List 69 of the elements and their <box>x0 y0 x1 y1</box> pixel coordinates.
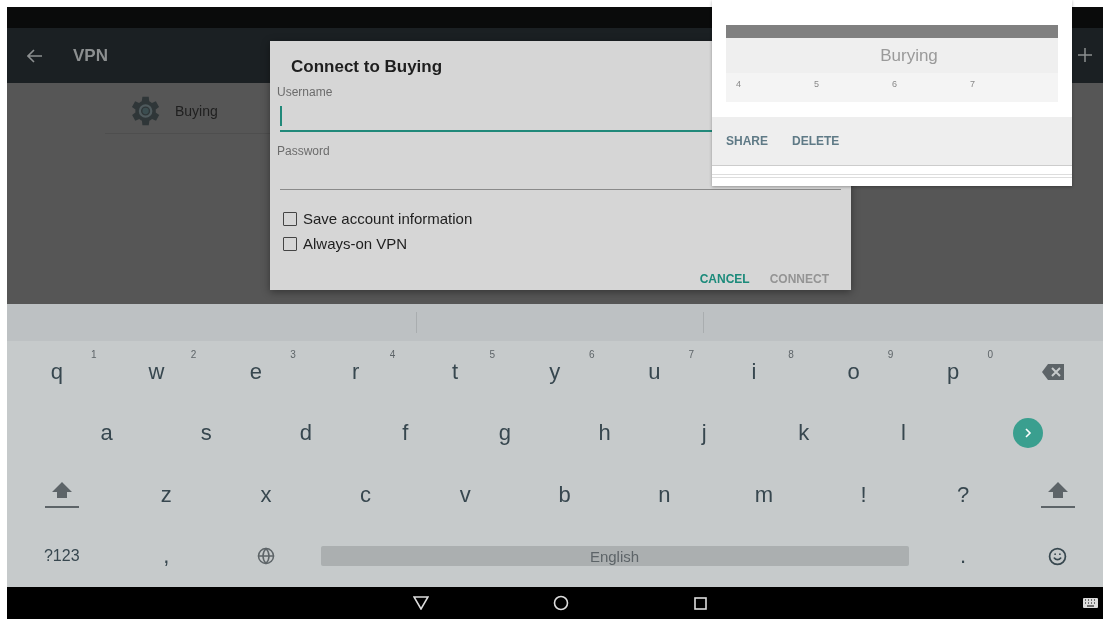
key[interactable]: n <box>658 481 671 508</box>
key[interactable]: l <box>900 420 906 447</box>
backspace-icon[interactable] <box>1041 363 1064 380</box>
key[interactable]: o <box>847 358 860 385</box>
key[interactable]: e <box>249 358 263 385</box>
preview-key-hint: 5 <box>814 79 819 91</box>
key[interactable]: q <box>50 358 63 385</box>
field-label: Password <box>277 144 330 158</box>
home-button[interactable] <box>553 595 569 611</box>
preview-suggestion: Burying <box>880 45 938 66</box>
keyboard-icon[interactable] <box>1083 598 1098 608</box>
key[interactable]: u <box>648 358 661 385</box>
emoji-icon[interactable] <box>1048 546 1068 566</box>
key[interactable]: x <box>260 481 272 508</box>
key-hint: 2 <box>190 349 197 360</box>
app-title: VPN <box>73 45 108 66</box>
key[interactable]: f <box>402 420 409 447</box>
chevron-icon <box>1023 428 1032 439</box>
key[interactable]: v <box>459 481 471 508</box>
key[interactable]: ? <box>956 481 970 508</box>
key-hint: 1 <box>91 349 97 360</box>
key[interactable]: , <box>163 543 170 570</box>
key[interactable]: h <box>598 420 611 447</box>
back-button[interactable] <box>413 596 429 610</box>
key[interactable]: a <box>100 420 113 447</box>
symbols-key[interactable]: ?123 <box>43 547 80 566</box>
key[interactable]: i <box>751 358 757 385</box>
key[interactable]: k <box>798 420 810 447</box>
key[interactable]: y <box>549 358 561 385</box>
key[interactable]: . <box>960 543 967 570</box>
key-hint: 0 <box>987 349 993 360</box>
key-hint: 3 <box>290 349 296 360</box>
key-hint: 9 <box>887 349 894 360</box>
key[interactable]: j <box>701 420 707 447</box>
back-arrow-icon[interactable] <box>27 48 43 63</box>
key-hint: 6 <box>589 349 595 360</box>
key-hint: 7 <box>688 349 695 360</box>
key[interactable]: g <box>498 420 512 447</box>
shift-key[interactable] <box>44 481 79 508</box>
preview-key-hint: 7 <box>970 79 975 91</box>
recents-button[interactable] <box>694 596 707 610</box>
key-hint: 5 <box>489 349 495 360</box>
key[interactable]: t <box>452 358 459 385</box>
preview-key-hint: 4 <box>736 79 741 91</box>
key-hint: 8 <box>788 349 794 360</box>
checkbox-label: Save account information <box>303 210 473 227</box>
key[interactable]: r <box>351 358 360 385</box>
checkbox[interactable] <box>283 211 297 226</box>
key[interactable]: b <box>558 481 571 508</box>
key[interactable]: w <box>148 358 165 385</box>
checkbox-label: Always-on VPN <box>303 235 408 252</box>
globe-icon[interactable] <box>256 547 275 566</box>
key[interactable]: ! <box>860 481 867 508</box>
dialog-title: Connect to Buying <box>291 57 444 77</box>
key[interactable]: z <box>160 481 172 508</box>
preview-key-hint: 6 <box>892 79 897 91</box>
shift-arrow-icon <box>51 481 72 498</box>
key[interactable]: d <box>299 420 312 447</box>
key-hint: 4 <box>389 349 396 360</box>
shift-arrow-icon <box>1047 481 1068 498</box>
preview-action[interactable]: SHARE <box>726 134 768 148</box>
key[interactable]: s <box>200 420 212 447</box>
key[interactable]: c <box>360 481 372 508</box>
shift-key[interactable] <box>1040 481 1075 508</box>
key[interactable]: m <box>754 481 774 508</box>
plus-icon[interactable] <box>1078 48 1092 62</box>
checkbox[interactable] <box>283 236 297 251</box>
preview-action[interactable]: DELETE <box>792 134 840 148</box>
key[interactable]: p <box>947 358 960 385</box>
